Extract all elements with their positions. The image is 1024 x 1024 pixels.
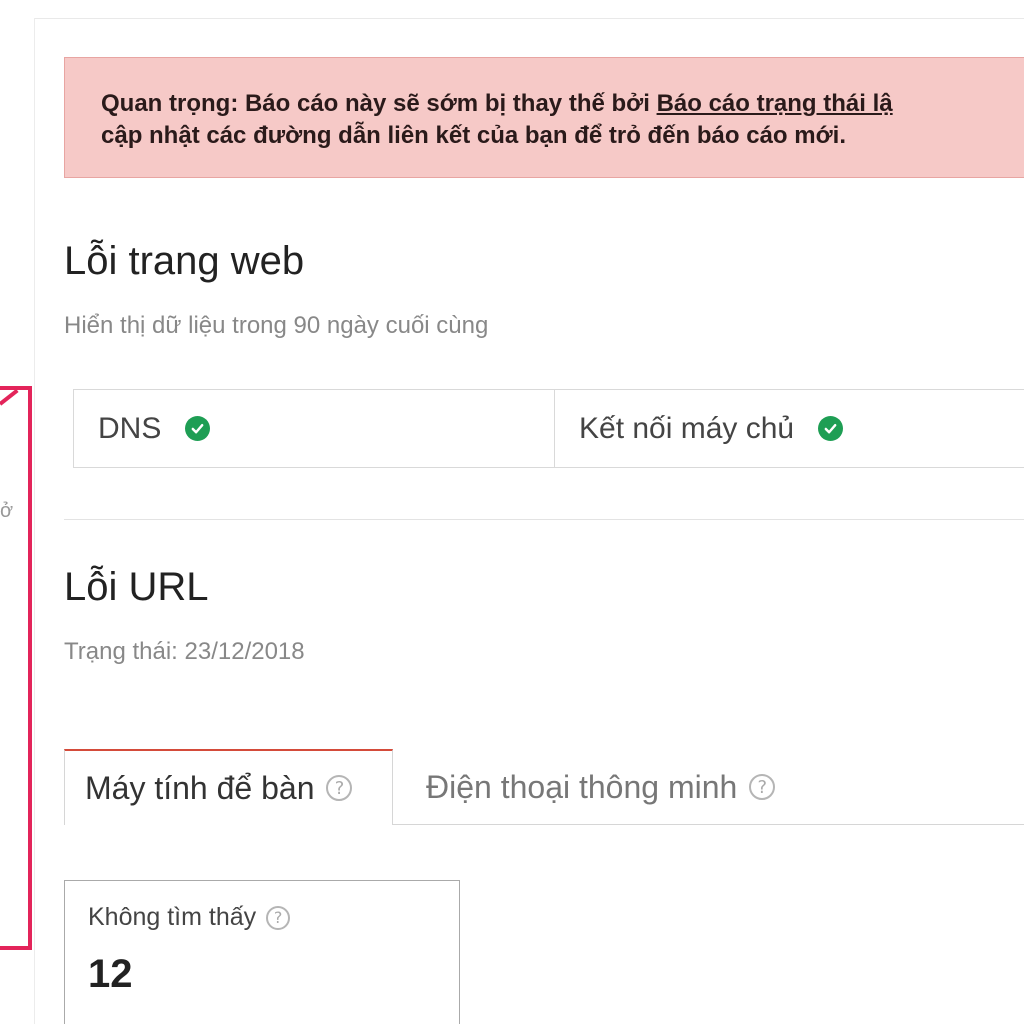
- url-errors-title: Lỗi URL: [64, 565, 209, 609]
- site-status-row: DNS Kết nối máy chủ: [73, 389, 1024, 468]
- highlight-annotation-box: [0, 386, 32, 950]
- server-connection-status[interactable]: Kết nối máy chủ: [555, 390, 1024, 467]
- site-errors-title: Lỗi trang web: [64, 239, 305, 283]
- dns-status[interactable]: DNS: [74, 390, 555, 467]
- webmaster-report-page: ở Quan trọng: Báo cáo này sẽ sớm bị thay…: [0, 0, 1024, 1024]
- tab-desktop-label: Máy tính để bàn: [85, 769, 315, 806]
- header-divider: [34, 18, 1024, 19]
- help-icon[interactable]: ?: [266, 905, 291, 930]
- device-tabs: Máy tính để bàn ? Điện thoại thông minh …: [64, 749, 1024, 825]
- alert-line-2: cập nhật các đường dẫn liên kết của bạn …: [101, 122, 846, 149]
- tab-smartphone[interactable]: Điện thoại thông minh ?: [408, 749, 776, 825]
- section-divider: [64, 519, 1024, 520]
- url-errors-status: Trạng thái: 23/12/2018: [64, 638, 305, 665]
- not-found-label: Không tìm thấy: [88, 903, 257, 931]
- alert-line-1: Quan trọng: Báo cáo này sẽ sớm bị thay t…: [101, 88, 1024, 120]
- not-found-card[interactable]: Không tìm thấy ? 12: [64, 880, 460, 1024]
- tab-smartphone-label: Điện thoại thông minh: [426, 768, 738, 805]
- dns-label: DNS: [98, 411, 162, 445]
- check-circle-icon: [185, 416, 211, 441]
- alert-prefix: Quan trọng: Báo cáo này sẽ sớm bị thay t…: [101, 90, 657, 117]
- help-icon[interactable]: ?: [326, 775, 353, 801]
- check-circle-icon: [818, 416, 844, 441]
- deprecation-alert: Quan trọng: Báo cáo này sẽ sớm bị thay t…: [64, 57, 1024, 178]
- not-found-label-row: Không tìm thấy ?: [88, 903, 459, 932]
- sidebar-divider: [34, 18, 35, 1024]
- status-report-link[interactable]: Báo cáo trạng thái lậ: [657, 90, 893, 117]
- help-icon[interactable]: ?: [749, 774, 776, 800]
- not-found-count: 12: [88, 952, 133, 996]
- server-connection-label: Kết nối máy chủ: [579, 411, 795, 445]
- tab-desktop[interactable]: Máy tính để bàn ?: [64, 749, 393, 825]
- site-errors-subtitle: Hiển thị dữ liệu trong 90 ngày cuối cùng: [64, 312, 489, 339]
